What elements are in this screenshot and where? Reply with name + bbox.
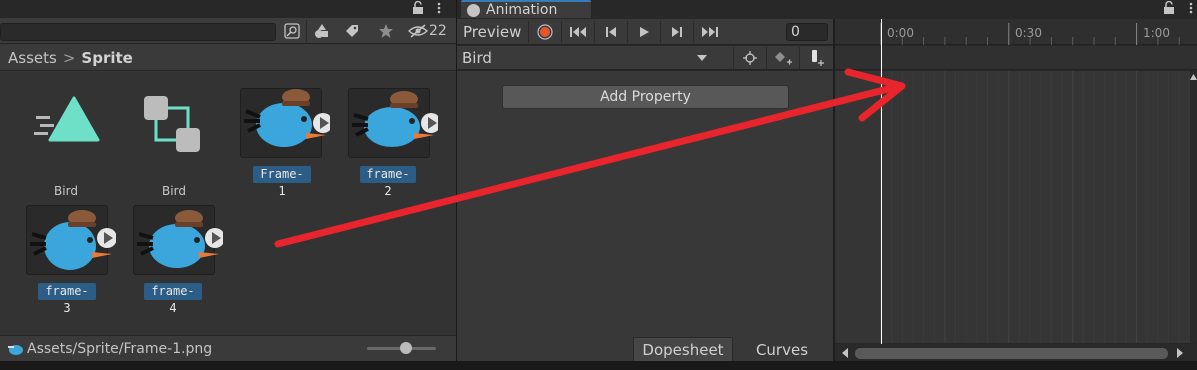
sprite-file-icon: [8, 344, 23, 355]
add-key-icon: [774, 52, 792, 65]
horizontal-scrollbar-thumb[interactable]: [855, 348, 1168, 359]
lock-icon[interactable]: [1163, 0, 1175, 15]
favorites-button[interactable]: [374, 20, 398, 42]
add-event-button[interactable]: [799, 47, 831, 69]
add-event-icon: [811, 50, 824, 66]
search-icon: [284, 23, 300, 39]
bird-sprite-icon: [137, 210, 223, 268]
prev-frame-icon: [605, 27, 616, 37]
animation-clip-icon: [144, 96, 200, 152]
scroll-up-icon: [1190, 74, 1197, 80]
asset-bird-clip[interactable]: Bird: [128, 90, 220, 198]
asset-label: frame-3: [38, 283, 96, 315]
preview-toggle-button[interactable]: Preview: [457, 21, 527, 43]
asset-grid: Bird Bird Frame-1 frame-2 frame-3 frame-…: [0, 72, 456, 335]
clock-icon: [467, 3, 480, 17]
playhead[interactable]: [881, 19, 882, 344]
record-button[interactable]: [528, 21, 560, 43]
preview-label: Preview: [463, 23, 522, 41]
animator-controller-icon: [34, 96, 100, 142]
first-keyframe-button[interactable]: [561, 21, 593, 43]
bird-sprite-icon: [30, 210, 116, 270]
properties-list: [457, 71, 833, 335]
record-icon: [536, 24, 553, 40]
lock-icon[interactable]: [412, 0, 424, 15]
hidden-count: 22: [429, 23, 447, 39]
tab-curves[interactable]: Curves: [734, 337, 830, 363]
toolbar-divider: [306, 20, 307, 42]
filter-by-selection-button[interactable]: [733, 47, 765, 69]
breadcrumb-root[interactable]: Assets: [8, 49, 57, 67]
first-frame-icon: [569, 27, 586, 37]
clip-name: Bird: [462, 49, 492, 67]
tab-animation[interactable]: Animation: [461, 0, 591, 18]
play-button[interactable]: [627, 21, 659, 43]
bird-sprite-icon: [244, 89, 330, 147]
current-frame-field[interactable]: 0: [786, 23, 828, 41]
star-icon: [379, 24, 393, 38]
add-keyframe-button[interactable]: [766, 47, 798, 69]
play-icon: [639, 27, 649, 37]
chevron-down-icon: [697, 55, 707, 61]
crosshair-icon: [742, 51, 757, 65]
tab-animation-label: Animation: [486, 2, 558, 18]
tab-dopesheet[interactable]: Dopesheet: [633, 337, 733, 363]
asset-label: Bird: [162, 184, 186, 198]
search-input[interactable]: [0, 23, 276, 41]
selected-asset-path: Assets/Sprite/Frame-1.png: [27, 340, 213, 357]
last-keyframe-button[interactable]: [693, 21, 725, 43]
filter-by-type-button[interactable]: [310, 20, 334, 42]
tag-icon: [346, 25, 358, 37]
breadcrumb-separator: >: [62, 48, 76, 67]
thumbnail-size-slider-handle[interactable]: [400, 342, 412, 354]
asset-label: frame-2: [360, 166, 416, 198]
asset-label: Bird: [54, 184, 78, 198]
next-frame-icon: [671, 27, 682, 37]
last-frame-icon: [701, 27, 718, 37]
hidden-packages-toggle[interactable]: 22: [408, 20, 452, 42]
window-bottom-edge: [0, 361, 1197, 370]
scroll-right-icon: [1177, 348, 1183, 358]
filter-by-label-button[interactable]: [340, 20, 364, 42]
hidden-eye-icon: [408, 24, 428, 38]
dopesheet-grid: [880, 71, 1190, 343]
breadcrumb-current[interactable]: Sprite: [81, 49, 132, 67]
vertical-scrollbar[interactable]: [1190, 71, 1197, 343]
add-property-button[interactable]: Add Property: [502, 85, 789, 109]
ruler-tick-label: 0:00: [887, 26, 914, 40]
clip-dropdown[interactable]: Bird: [457, 47, 715, 69]
shapes-icon: [315, 24, 328, 38]
asset-label: frame-4: [144, 283, 202, 315]
previous-keyframe-button[interactable]: [594, 21, 626, 43]
ruler-tick-label: 0:30: [1015, 26, 1042, 40]
breadcrumb: Assets > Sprite: [0, 45, 456, 71]
asset-label: Frame-1: [253, 166, 311, 198]
search-by-type-button[interactable]: [281, 20, 303, 42]
next-keyframe-button[interactable]: [660, 21, 692, 43]
dopesheet-area[interactable]: [835, 71, 1190, 343]
bird-sprite-icon: [352, 91, 438, 147]
ruler-tick-label: 1:00: [1143, 26, 1170, 40]
event-track[interactable]: [835, 46, 1197, 70]
menu-kebab-icon[interactable]: [436, 1, 442, 15]
scroll-left-icon: [842, 348, 848, 358]
asset-bird-controller[interactable]: Bird: [20, 90, 112, 198]
menu-kebab-icon[interactable]: [1188, 1, 1194, 15]
project-title-strip: [0, 0, 456, 18]
